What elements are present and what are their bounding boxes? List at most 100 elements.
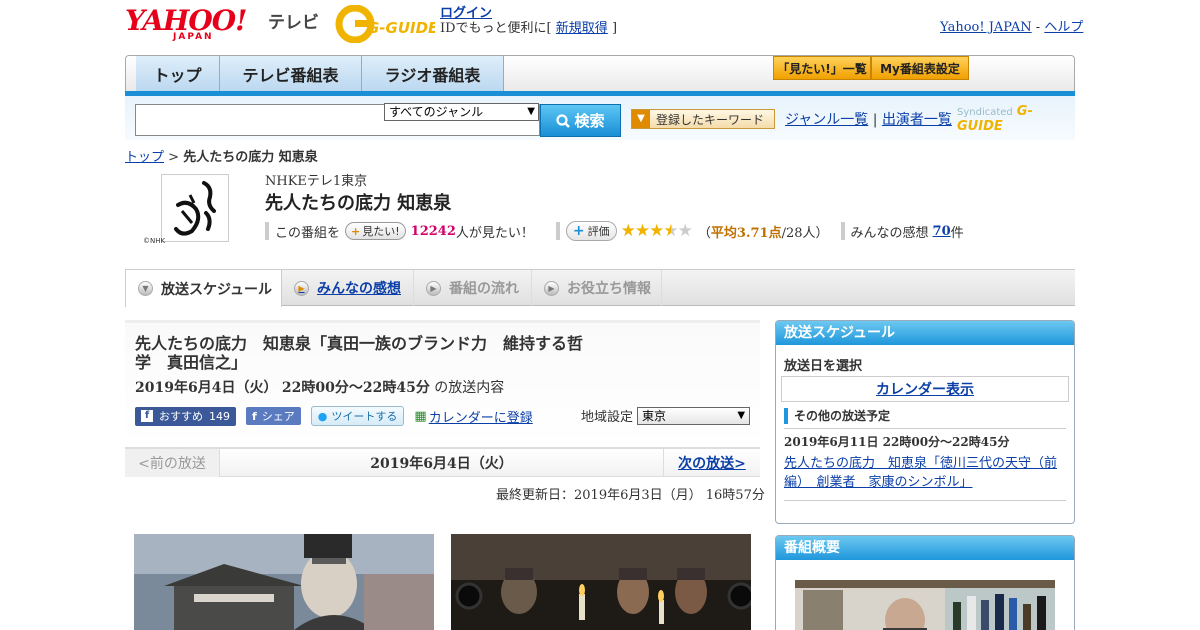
other-broadcast-datetime: 2019年6月11日 22時00分～22時45分 <box>784 433 1074 450</box>
help-link[interactable]: ヘルプ <box>1044 20 1083 35</box>
tab-program-flow: ▶ 番組の流れ <box>414 270 532 306</box>
gguide-logo[interactable]: G-GUIDE <box>335 4 439 44</box>
tweet-label: ツイートする <box>331 410 398 423</box>
chevron-down-icon: ▼ <box>737 409 746 421</box>
social-buttons: f おすすめ 149 f シェア ● ツイートする ▦ カレンダーに登録 <box>135 406 533 426</box>
star-half-icon: ★ <box>663 221 678 241</box>
breadcrumb-home[interactable]: トップ <box>125 150 164 165</box>
tab-label: 放送スケジュール <box>161 281 273 298</box>
syndicated-gguide: Syndicated G-GUIDE <box>957 104 1075 134</box>
register-link[interactable]: 新規取得 <box>556 21 608 36</box>
program-meta-row: この番組を + 見たい! 12242 人が見たい！ + 評価 ★★★★★ （平均3.… <box>265 221 964 241</box>
search-bar: すべてのジャンル ▼ 検索 ▼ 登録したキーワード ジャンル一覧 | 出演者一覧… <box>125 96 1075 140</box>
other-broadcast-title-link[interactable]: 先人たちの底力 知恵泉「徳川三代の天守（前編） 創業者 家康のシンボル」 <box>784 456 1057 490</box>
search-links-separator: | <box>872 112 878 128</box>
rating-count: /28人） <box>781 225 829 241</box>
facebook-share-label: シェア <box>261 410 295 423</box>
other-broadcast-time: 22時00分～22時45分 <box>882 435 1010 449</box>
episode-time: 22時00分～22時45分 <box>281 380 430 396</box>
region-label: 地域設定 <box>581 410 634 425</box>
facebook-like-button[interactable]: f おすすめ 149 <box>135 406 236 426</box>
plus-icon: + <box>351 224 361 238</box>
tv-label: テレビ <box>268 13 319 33</box>
other-broadcast-date: 2019年6月11日 <box>784 435 879 449</box>
tab-label: 番組の流れ <box>449 281 519 297</box>
rate-button[interactable]: + 評価 <box>565 221 617 241</box>
program-title: 先人たちの底力 知恵泉 <box>265 193 452 214</box>
prev-broadcast: <前の放送 <box>125 449 220 477</box>
top-links-separator: - <box>1035 20 1041 35</box>
want-to-watch-button[interactable]: + 見たい! <box>345 222 406 240</box>
yahoo-japan-logo[interactable]: YAHOO! JAPAN <box>125 6 265 43</box>
login-link[interactable]: ログイン <box>440 6 492 21</box>
episode-title: 先人たちの底力 知恵泉「真田一族のブランド力 維持する哲学 真田信之」 <box>135 334 584 372</box>
tab-broadcast-schedule[interactable]: ▼ 放送スケジュール <box>125 270 282 307</box>
star-empty-icon: ★ <box>677 221 693 241</box>
facebook-share-button[interactable]: f シェア <box>246 407 301 425</box>
rating-average: 平均3.71点 <box>710 225 782 241</box>
nav-tab-radio-schedule[interactable]: ラジオ番組表 <box>362 56 504 91</box>
yahoo-japan-link[interactable]: Yahoo! JAPAN <box>940 20 1032 35</box>
genre-list-link[interactable]: ジャンル一覧 <box>785 112 868 128</box>
search-links: ジャンル一覧 | 出演者一覧 <box>785 109 952 129</box>
nav-tab-tv-schedule[interactable]: テレビ番組表 <box>220 56 362 91</box>
want-button-label: 見たい! <box>362 225 400 238</box>
pager-date: 2019年6月4日（火） <box>370 456 513 472</box>
broadcast-pager: <前の放送 2019年6月4日（火） 次の放送> <box>125 447 760 477</box>
star-icon: ★ <box>634 221 650 241</box>
calendar-view-button[interactable]: カレンダー表示 <box>781 376 1069 402</box>
want-list-button[interactable]: 「見たい!」一覧 <box>773 56 871 80</box>
divider <box>265 222 269 240</box>
next-broadcast-link[interactable]: 次の放送> <box>678 453 746 473</box>
syndicated-label: Syndicated <box>957 107 1013 118</box>
want-label-pre: この番組を <box>275 225 341 241</box>
cast-list-link[interactable]: 出演者一覧 <box>882 112 952 128</box>
plus-icon: + <box>572 223 585 239</box>
login-block: ログイン IDでもっと便利に[ 新規取得 ] <box>440 6 617 36</box>
episode-date-suffix: の放送内容 <box>434 380 505 396</box>
tweet-button[interactable]: ● ツイートする <box>310 406 405 426</box>
chevron-right-icon: ▶ <box>294 280 309 296</box>
search-button[interactable]: 検索 <box>540 104 621 137</box>
reviews-count-link[interactable]: 70 <box>933 224 951 239</box>
tab-reviews[interactable]: ▶ みんなの感想 <box>282 270 414 306</box>
last-updated: 最終更新日：2019年6月3日（月） 16時57分 <box>496 488 765 503</box>
channel-name: NHKEテレ1東京 <box>265 174 368 189</box>
episode-photo-2 <box>451 534 751 630</box>
twitter-bird-icon: ● <box>317 409 328 423</box>
nav-tab-top[interactable]: トップ <box>136 56 220 91</box>
calendar-view-link[interactable]: カレンダー表示 <box>876 379 974 399</box>
facebook-icon: f <box>141 410 153 422</box>
breadcrumb-current: 先人たちの底力 知恵泉 <box>183 150 318 165</box>
want-count: 12242 <box>410 223 456 239</box>
select-date-label: 放送日を選択 <box>784 359 863 374</box>
my-schedule-settings-button[interactable]: My番組表設定 <box>871 56 969 80</box>
rating-stars: ★★★★★ <box>621 221 693 241</box>
other-broadcasts-heading: その他の放送予定 <box>784 408 1074 424</box>
facebook-like-label: おすすめ <box>159 410 203 423</box>
want-label-post: 人が見たい！ <box>455 225 534 241</box>
calendar-register-link[interactable]: カレンダーに登録 <box>429 407 533 426</box>
top-right-links: Yahoo! JAPAN - ヘルプ <box>940 16 1083 35</box>
star-icon: ★ <box>649 221 664 241</box>
region-select[interactable]: 東京 ▼ <box>637 406 751 425</box>
login-tagline-pre: IDでもっと便利に[ <box>440 21 552 36</box>
registered-keyword-button[interactable]: ▼ 登録したキーワード <box>631 109 775 129</box>
episode-datetime: 2019年6月4日（火） 22時00分～22時45分 の放送内容 <box>135 377 504 397</box>
calendar-icon: ▦ <box>414 408 427 424</box>
main-nav: トップ テレビ番組表 ラジオ番組表 「見たい!」一覧 My番組表設定 <box>125 55 1075 93</box>
facebook-icon: f <box>252 409 257 423</box>
episode-photo-1 <box>134 534 434 630</box>
divider <box>784 500 1066 501</box>
chevron-down-icon: ▼ <box>138 281 153 296</box>
genre-select[interactable]: すべてのジャンル ▼ <box>384 103 539 121</box>
divider <box>555 222 560 240</box>
photo-samurai-castle <box>134 534 434 630</box>
rating-open-paren: （ <box>697 225 711 241</box>
gguide-logo-icon: G-GUIDE <box>335 4 439 44</box>
registered-keyword-label: 登録したキーワード <box>656 112 765 127</box>
program-logo <box>161 174 229 242</box>
login-tagline-post: ] <box>611 21 618 36</box>
breadcrumb: トップ > 先人たちの底力 知恵泉 <box>125 146 318 165</box>
japan-logo-text: JAPAN <box>173 32 214 42</box>
